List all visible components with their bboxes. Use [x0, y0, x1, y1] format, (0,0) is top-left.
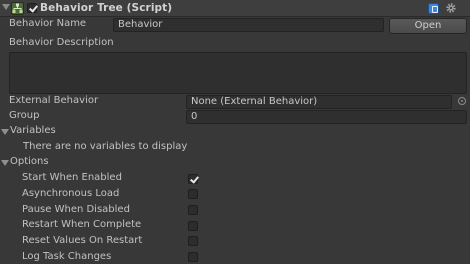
group-field[interactable]: 0: [186, 110, 467, 124]
option-label-restart-when-complete: Restart When Complete: [22, 219, 142, 230]
external-behavior-field[interactable]: None (External Behavior): [186, 95, 452, 109]
foldout-arrow-icon[interactable]: [2, 4, 10, 10]
behavior-description-field[interactable]: [9, 52, 467, 94]
option-label-reset-values-on-restart: Reset Values On Restart: [22, 235, 143, 246]
help-book-icon[interactable]: [428, 3, 439, 14]
behavior-tree-component-icon: [11, 2, 24, 15]
component-enabled-checkbox[interactable]: [27, 3, 37, 13]
open-button[interactable]: Open: [389, 18, 467, 34]
component-title: Behavior Tree (Script): [40, 2, 173, 14]
restart-when-complete-checkbox[interactable]: [188, 221, 198, 231]
option-label-pause-when-disabled: Pause When Disabled: [22, 204, 130, 215]
behavior-description-label: Behavior Description: [9, 37, 114, 48]
options-foldout-arrow-icon[interactable]: [1, 160, 9, 166]
group-label: Group: [9, 110, 40, 121]
variables-foldout-label[interactable]: Variables: [10, 125, 56, 136]
variables-empty-message: There are no variables to display: [23, 141, 188, 152]
variables-foldout-arrow-icon[interactable]: [1, 129, 9, 135]
asynchronous-load-checkbox[interactable]: [188, 189, 198, 199]
reset-values-on-restart-checkbox[interactable]: [188, 236, 198, 246]
external-behavior-label: External Behavior: [9, 95, 99, 106]
option-label-log-task-changes: Log Task Changes: [22, 251, 112, 262]
option-label-asynchronous-load: Asynchronous Load: [22, 188, 120, 199]
component-header[interactable]: Behavior Tree (Script): [0, 0, 470, 17]
behavior-name-field[interactable]: Behavior: [113, 18, 384, 32]
gear-icon[interactable]: [445, 2, 457, 14]
object-picker-icon[interactable]: [458, 97, 466, 105]
option-label-start-when-enabled: Start When Enabled: [22, 172, 122, 183]
log-task-changes-checkbox[interactable]: [188, 252, 198, 262]
start-when-enabled-checkbox[interactable]: [188, 174, 198, 184]
pause-when-disabled-checkbox[interactable]: [188, 205, 198, 215]
options-foldout-label[interactable]: Options: [10, 156, 49, 167]
behavior-name-label: Behavior Name: [9, 18, 87, 29]
